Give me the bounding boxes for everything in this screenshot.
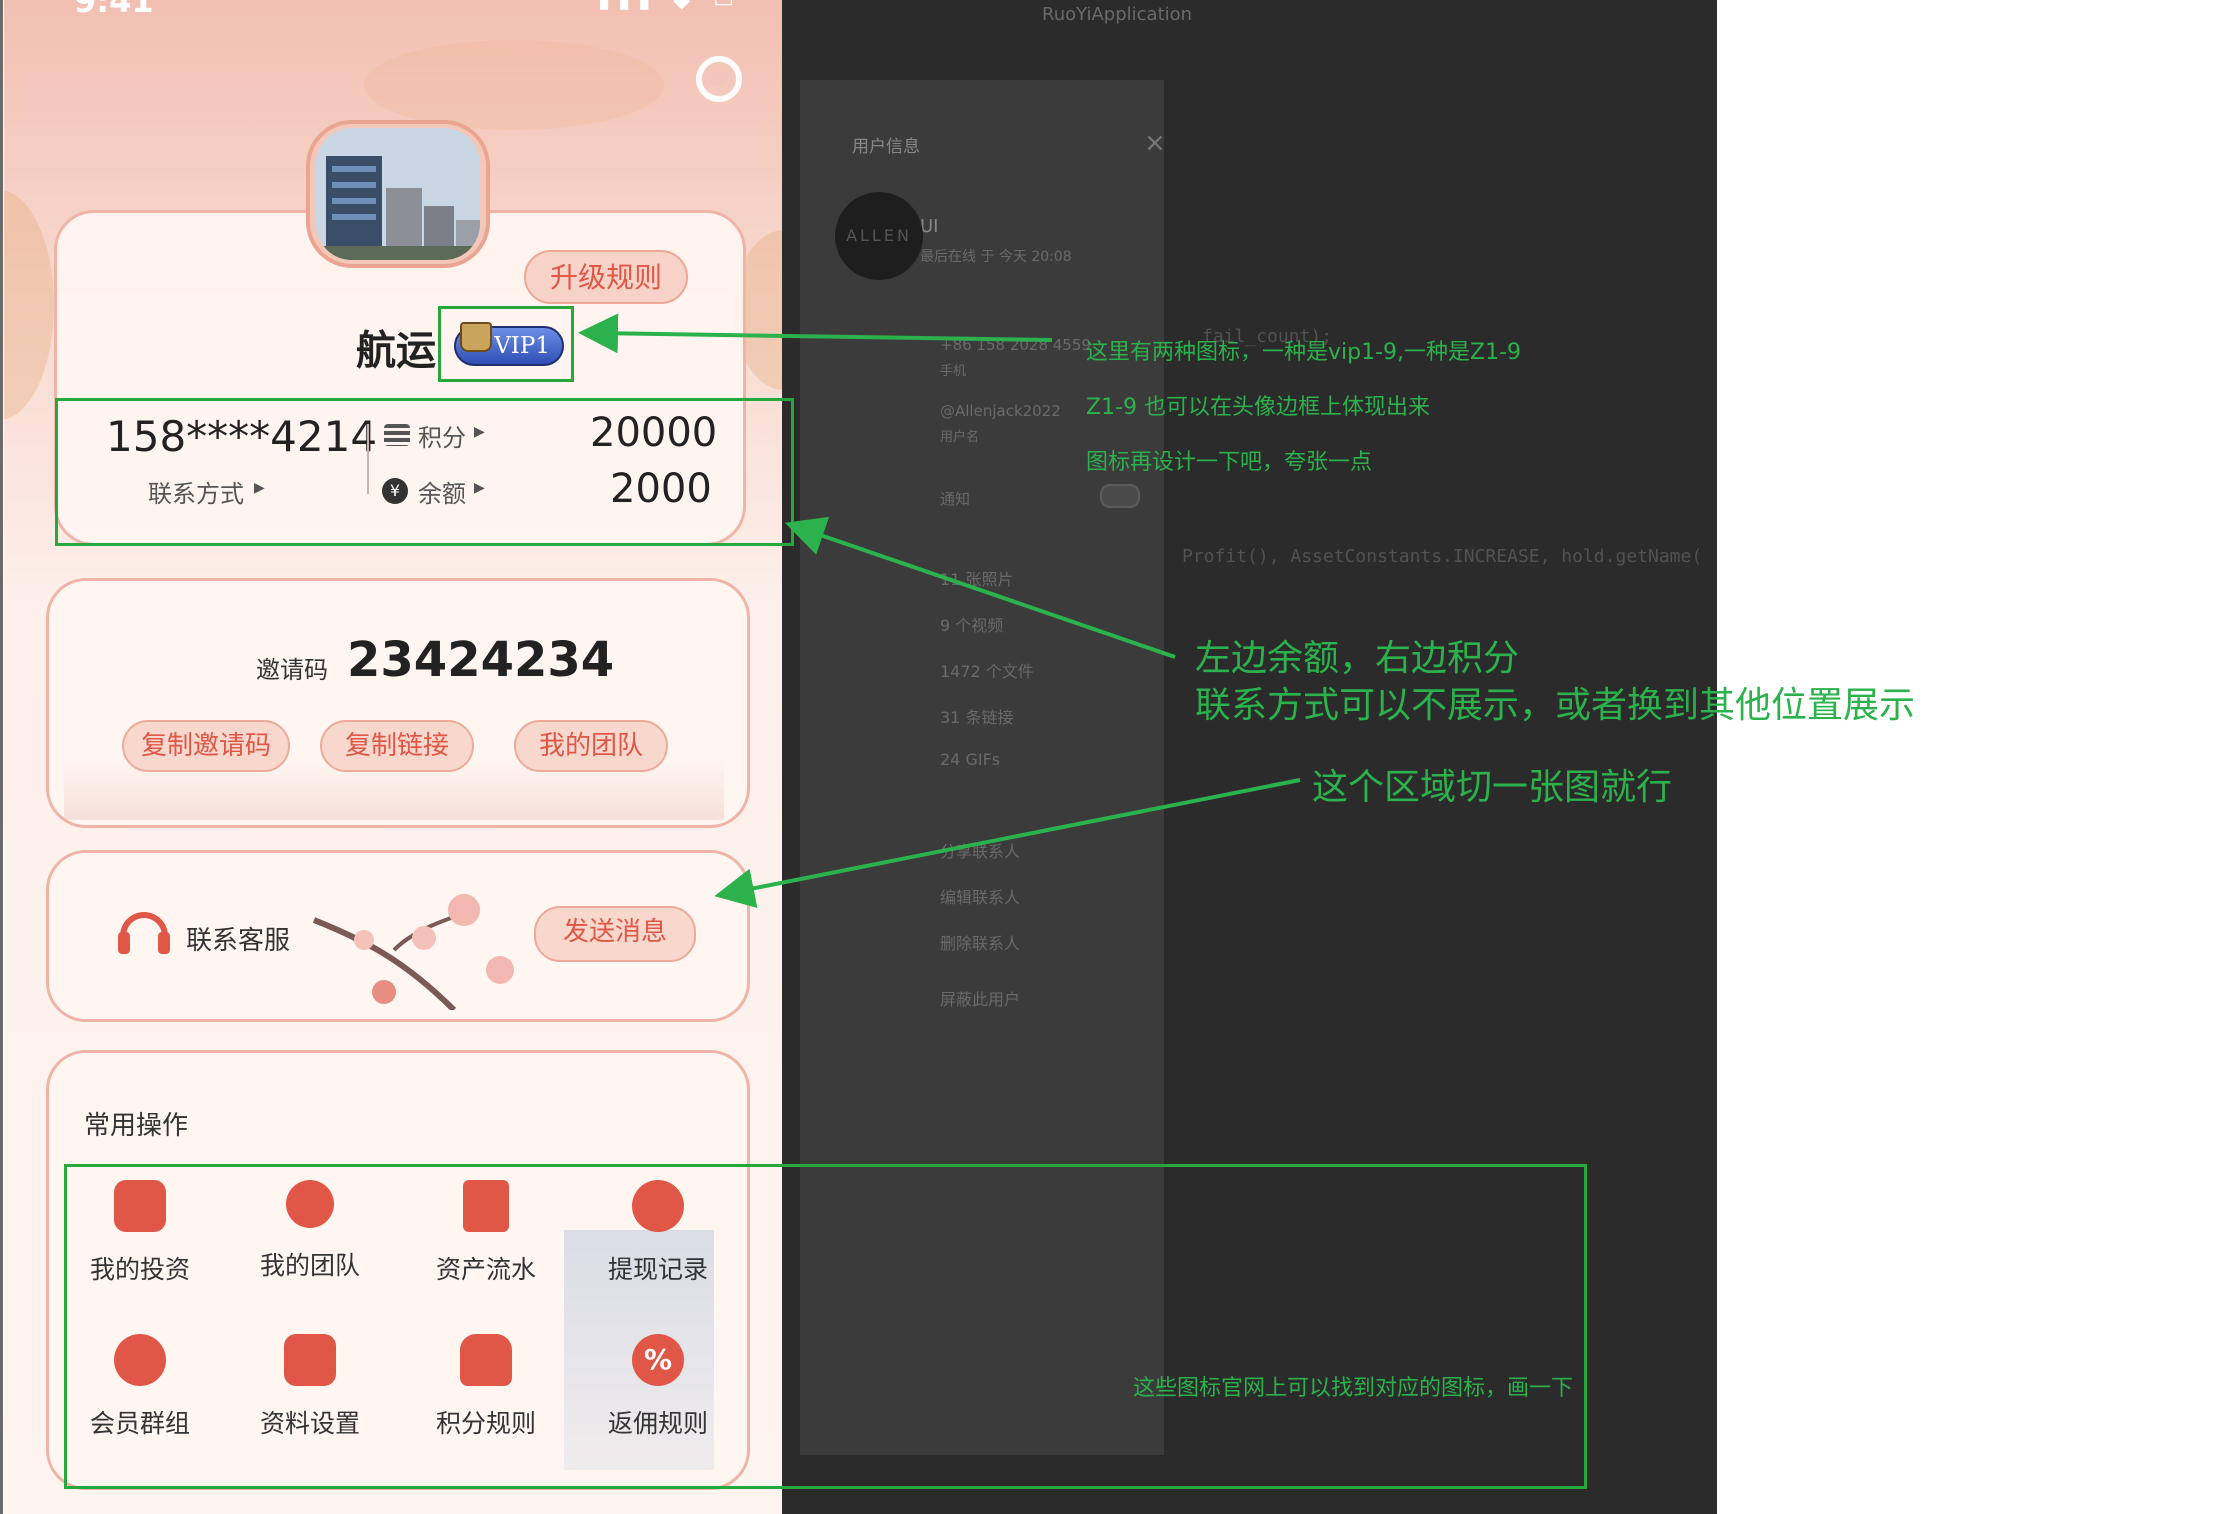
annotation-service-note: 这个区域切一张图就行 [1312,767,1673,808]
annotation-info-note-1: 左边余额，右边积分 [1195,638,1520,679]
annotation-grid-note: 这些图标官网上可以找到对应的图标，画一下 [1133,1376,1574,1401]
annotation-info-note-2: 联系方式可以不展示，或者换到其他位置展示 [1195,685,1916,726]
annotation-icon-note-2: Z1-9 也可以在头像边框上体现出来 [1086,395,1430,420]
annotation-icon-note-1: 这里有两种图标，一种是vip1-9,一种是Z1-9 [1086,340,1522,365]
annotation-arrows [578,313,1301,908]
annotation-icon-note-3: 图标再设计一下吧，夸张一点 [1086,450,1373,475]
